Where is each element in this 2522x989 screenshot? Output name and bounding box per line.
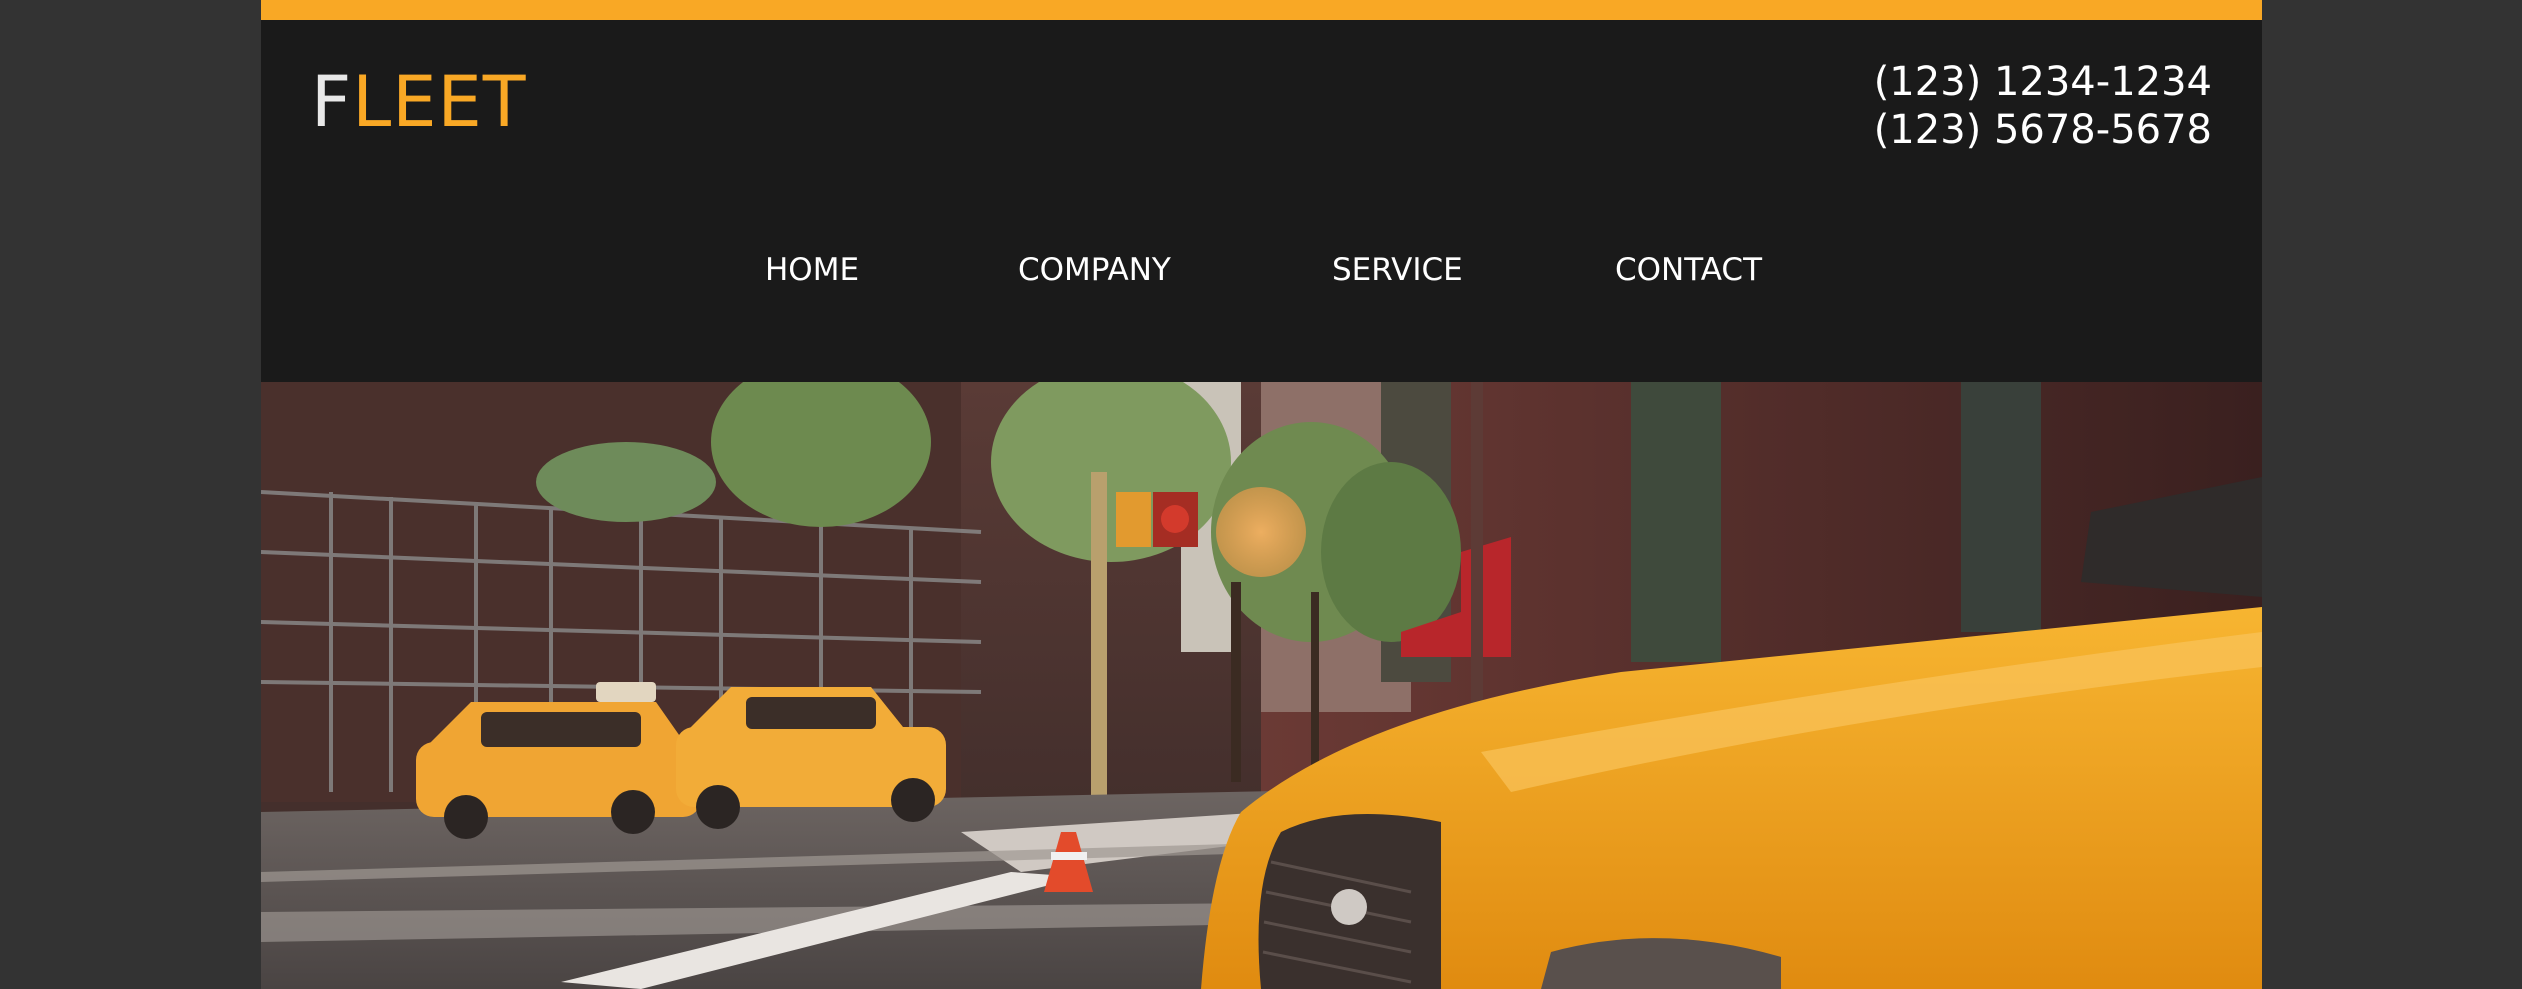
hero-image [261, 382, 2262, 989]
logo-text: LEET [352, 61, 527, 143]
nav-item-service[interactable]: SERVICE [1332, 250, 1463, 290]
hero-street-photo [261, 382, 2262, 989]
logo-first-letter: F [311, 61, 353, 143]
phone-number-2: (123) 5678-5678 [1873, 107, 2212, 153]
phone-numbers: (123) 1234-1234 (123) 5678-5678 [1874, 58, 2212, 154]
accent-top-bar [261, 0, 2262, 20]
nav-item-home[interactable]: HOME [765, 250, 859, 290]
page-container: FLEET (123) 1234-1234 (123) 5678-5678 HO… [261, 0, 2262, 989]
main-navigation: HOME COMPANY SERVICE CONTACT [261, 240, 2262, 300]
nav-item-contact[interactable]: CONTACT [1615, 250, 1762, 290]
nav-item-company[interactable]: COMPANY [1018, 250, 1171, 290]
phone-number-1: (123) 1234-1234 [1873, 59, 2212, 105]
logo[interactable]: FLEET [311, 62, 526, 142]
